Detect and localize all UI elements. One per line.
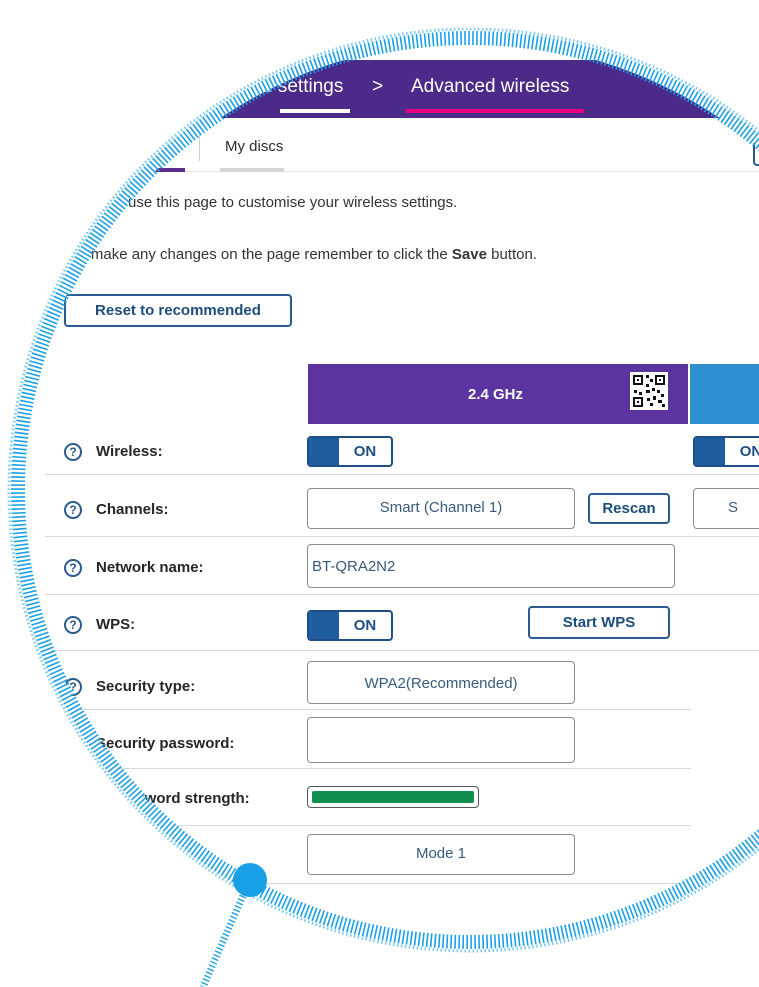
mode-select[interactable]: Mode 1: [307, 834, 575, 875]
save-instruction-bold: Save: [451, 246, 487, 263]
breadcrumb-wireless-settings[interactable]: d settings: [262, 76, 343, 98]
row-divider: [45, 536, 759, 537]
ring-dot: [233, 863, 267, 897]
edge-button[interactable]: [753, 136, 759, 166]
security-password-input[interactable]: [307, 717, 575, 763]
question-circle-icon[interactable]: ?: [64, 559, 82, 577]
channels-5-select[interactable]: S: [693, 488, 759, 529]
network-name-label: Network name:: [96, 559, 204, 576]
band-24ghz-label: 2.4 GHz: [468, 386, 524, 403]
tab-my-discs[interactable]: My discs: [225, 138, 283, 155]
row-divider: [45, 474, 759, 475]
breadcrumb-underline: [280, 109, 350, 113]
question-circle-icon[interactable]: ?: [64, 735, 82, 753]
toggle-knob: [309, 612, 339, 639]
tab-active-indicator: [150, 168, 185, 172]
wps-toggle[interactable]: ON: [307, 610, 393, 641]
mode-label: mode:: [163, 848, 208, 865]
row-divider: [45, 768, 691, 769]
toggle-knob: [695, 438, 725, 465]
breadcrumb-active-underline: [406, 109, 584, 113]
router-settings-screen: d settings > Advanced wireless My discs …: [0, 0, 759, 987]
breadcrumb-advanced-wireless[interactable]: Advanced wireless: [411, 76, 569, 98]
save-instruction: ou make any changes on the page remember…: [70, 246, 537, 263]
password-strength-label: ssword strength:: [128, 790, 250, 807]
rescan-button[interactable]: Rescan: [588, 493, 670, 524]
wps-label: WPS:: [96, 616, 136, 633]
row-divider: [45, 709, 691, 710]
tab-divider: [199, 131, 200, 161]
qr-code-icon[interactable]: [630, 372, 668, 410]
security-password-label: Security password:: [96, 735, 235, 752]
password-strength-fill: [312, 791, 474, 803]
tab-bar: [110, 119, 759, 172]
band-5ghz-header: [690, 364, 759, 424]
save-instruction-suffix: button.: [486, 246, 537, 263]
question-circle-icon[interactable]: ?: [64, 443, 82, 461]
wireless-5-toggle[interactable]: ON: [693, 436, 759, 467]
row-divider: [45, 650, 759, 651]
channels-24-select[interactable]: Smart (Channel 1): [307, 488, 575, 529]
reset-to-recommended-button[interactable]: Reset to recommended: [64, 294, 292, 327]
question-circle-icon[interactable]: ?: [64, 678, 82, 696]
wireless-label: Wireless:: [96, 443, 163, 460]
breadcrumb-separator: >: [372, 76, 384, 97]
question-circle-icon[interactable]: ?: [64, 616, 82, 634]
intro-text: use this page to customise your wireless…: [128, 194, 458, 211]
start-wps-button[interactable]: Start WPS: [528, 606, 670, 639]
toggle-state: ON: [353, 443, 377, 460]
wireless-24-toggle[interactable]: ON: [307, 436, 393, 467]
question-circle-icon[interactable]: ?: [64, 501, 82, 519]
toggle-state: ON: [353, 617, 377, 634]
security-type-label: Security type:: [96, 678, 196, 695]
row-divider: [45, 594, 759, 595]
row-divider: [45, 883, 691, 884]
channels-label: Channels:: [96, 501, 169, 518]
row-divider: [45, 825, 691, 826]
save-instruction-prefix: ou make any changes on the page remember…: [70, 246, 452, 263]
toggle-knob: [309, 438, 339, 465]
tab-my-discs-underline: [220, 168, 284, 172]
network-name-input[interactable]: BT-QRA2N2: [307, 544, 675, 588]
toggle-state: ON: [739, 443, 759, 460]
password-strength-meter: [307, 786, 479, 808]
security-type-select[interactable]: WPA2(Recommended): [307, 661, 575, 704]
